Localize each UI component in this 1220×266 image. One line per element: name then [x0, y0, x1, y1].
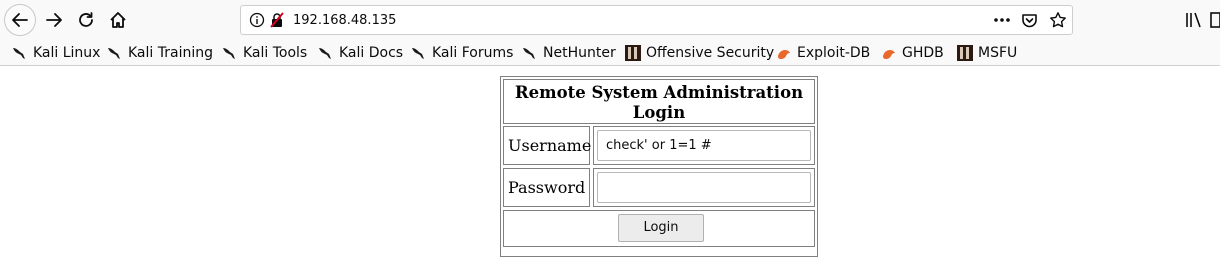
username-input[interactable] [597, 130, 811, 161]
bookmark-kali-linux[interactable]: Kali Linux [12, 44, 100, 62]
info-icon[interactable] [249, 12, 265, 28]
username-label-cell: Username [503, 126, 592, 165]
bookmark-label: Offensive Security [646, 45, 775, 61]
page-content: Remote System Administration Login Usern… [0, 67, 1220, 266]
bookmark-label: NetHunter [543, 45, 616, 61]
kali-dragon-icon [412, 48, 424, 59]
kali-dragon-icon [523, 48, 535, 59]
kali-dragon-icon [13, 48, 25, 59]
exploitdb-icon [883, 50, 895, 59]
bookmark-label: Kali Docs [339, 45, 404, 61]
login-button[interactable]: Login [618, 214, 704, 242]
bookmark-kali-tools[interactable]: Kali Tools [222, 44, 307, 62]
back-button[interactable] [4, 4, 36, 36]
browser-toolbar: 192.168.48.135 [0, 0, 1220, 40]
library-icon[interactable] [1185, 12, 1203, 28]
password-label-cell: Password [503, 168, 590, 207]
bookmark-kali-docs[interactable]: Kali Docs [318, 44, 403, 62]
bookmark-label: Kali Linux [33, 45, 101, 61]
bookmark-star-icon[interactable] [1049, 11, 1067, 29]
kali-dragon-icon [223, 48, 235, 59]
login-form-title: Remote System Administration Login [504, 83, 814, 123]
home-icon [110, 12, 126, 28]
bookmark-kali-training[interactable]: Kali Training [107, 44, 213, 62]
home-button[interactable] [102, 4, 134, 36]
bookmark-offensive-security[interactable]: Offensive Security [625, 44, 774, 62]
login-form-header: Remote System Administration Login [503, 79, 815, 124]
submit-cell: Login [503, 210, 815, 247]
offsec-icon [957, 45, 973, 61]
bookmark-kali-forums[interactable]: Kali Forums [411, 44, 513, 62]
login-form-title-line2: Login [632, 103, 686, 122]
bookmark-label: GHDB [902, 45, 944, 61]
login-form-title-line1: Remote System Administration [514, 83, 804, 102]
bookmark-label: Kali Tools [243, 45, 308, 61]
bookmark-nethunter[interactable]: NetHunter [522, 44, 616, 62]
username-field-cell [593, 126, 815, 165]
url-text[interactable]: 192.168.48.135 [293, 12, 396, 29]
kali-dragon-icon [319, 48, 331, 59]
kali-dragon-icon [108, 48, 120, 59]
bookmark-label: Exploit-DB [797, 45, 871, 61]
password-label: Password [508, 178, 586, 197]
arrow-right-icon [46, 13, 62, 27]
reload-button[interactable] [70, 4, 102, 36]
url-bar[interactable]: 192.168.48.135 [240, 5, 1073, 35]
arrow-left-icon [12, 13, 28, 27]
sidebar-icon[interactable] [1210, 12, 1220, 28]
bookmark-exploit-db[interactable]: Exploit-DB [776, 44, 870, 62]
insecure-lock-icon[interactable] [269, 12, 285, 28]
username-label: Username [508, 136, 592, 155]
bookmark-msfu[interactable]: MSFU [957, 44, 1017, 62]
login-form-table: Remote System Administration Login Usern… [500, 76, 818, 257]
password-input[interactable] [597, 172, 811, 203]
page-actions-icon[interactable] [993, 13, 1011, 27]
password-field-cell [593, 168, 815, 207]
forward-button[interactable] [38, 4, 70, 36]
offsec-icon [625, 45, 641, 61]
bookmark-label: Kali Training [128, 45, 213, 61]
bookmark-ghdb[interactable]: GHDB [881, 44, 944, 62]
bookmark-label: Kali Forums [432, 45, 514, 61]
pocket-icon[interactable] [1021, 12, 1038, 29]
bookmark-label: MSFU [978, 45, 1018, 61]
exploitdb-icon [778, 50, 790, 59]
reload-icon [79, 12, 93, 27]
bookmarks-toolbar: Kali Linux Kali Training Kali Tools Kali… [0, 40, 1220, 66]
